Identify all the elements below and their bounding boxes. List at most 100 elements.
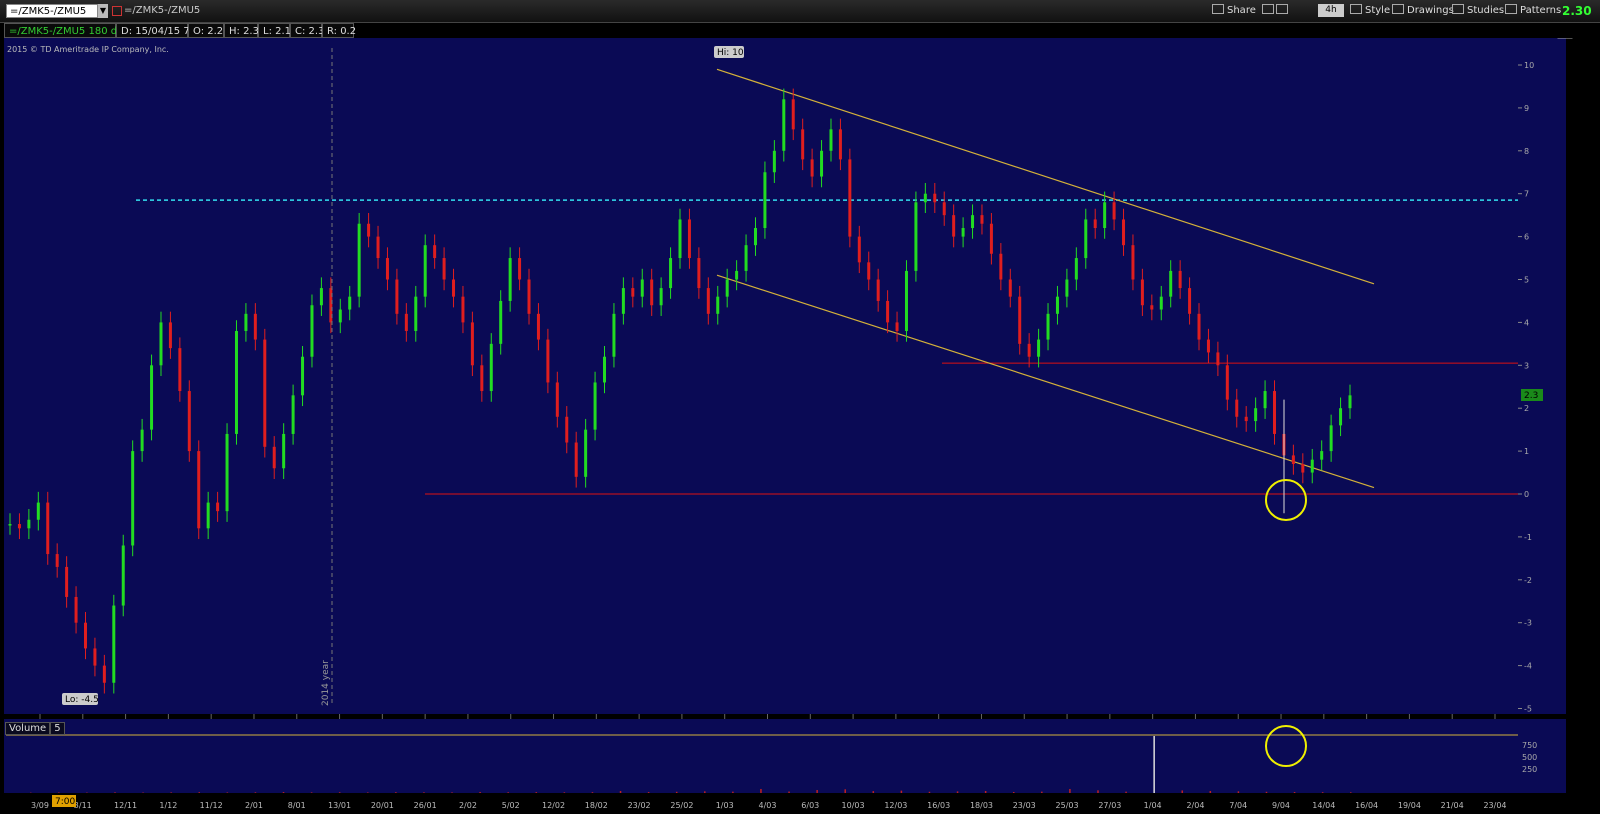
candle-body [131, 451, 135, 546]
volume-bar [535, 792, 538, 793]
candle-body [1244, 416, 1248, 422]
price-tag-text: 2.3 [1524, 391, 1538, 401]
candle-body [74, 596, 78, 623]
info-close: C: 2.3 [290, 23, 324, 38]
volume-bar [1237, 791, 1240, 793]
volume-bar [338, 792, 341, 793]
crosshair-time-tag: 7:00 [52, 795, 76, 807]
candle-body [574, 442, 578, 477]
y-tick-label: 8 [1524, 147, 1529, 156]
candle-body [112, 605, 116, 683]
volume-bar [1097, 790, 1099, 793]
candle-body [565, 416, 569, 443]
candle-body [603, 356, 607, 383]
drawings-button[interactable]: Drawings [1392, 3, 1454, 19]
y-tick-label: 10 [1524, 61, 1534, 70]
volume-bar [1321, 792, 1324, 793]
volume-bar [872, 791, 875, 793]
info-high: H: 2.3 [224, 23, 259, 38]
volume-bar [1069, 788, 1071, 793]
volume-bar [956, 791, 959, 793]
hi-label-text: Hi: 10 [717, 48, 744, 58]
candle-body [687, 219, 691, 259]
y-tick-label: 4 [1524, 318, 1529, 327]
x-tick-label: 26/01 [414, 801, 437, 810]
candle-body [357, 223, 361, 297]
candle-body [1310, 459, 1314, 473]
copyright-text: 2015 © TD Ameritrade IP Company, Inc. [7, 45, 169, 54]
volume-bar [198, 792, 201, 793]
link-icon[interactable] [1262, 3, 1277, 19]
volume-bar [619, 790, 622, 793]
candle-body [1216, 352, 1220, 366]
volume-bar [647, 792, 650, 793]
candle-body [1339, 408, 1343, 426]
candle-body [27, 519, 31, 529]
price-chart[interactable]: 2015 © TD Ameritrade IP Company, Inc. 10… [0, 38, 1600, 814]
x-tick-label: 18/03 [970, 801, 993, 810]
x-tick-label: 12/11 [114, 801, 137, 810]
style-button[interactable]: Style [1350, 3, 1390, 19]
x-tick-label: 27/03 [1098, 801, 1121, 810]
candle-body [46, 502, 50, 555]
candle-body [93, 648, 97, 666]
candle-body [65, 566, 69, 597]
timeframe-button[interactable]: 4h [1318, 4, 1344, 17]
price-tag: 2.3 [1521, 389, 1543, 401]
info-range: R: 0.2 [322, 23, 356, 38]
candle-body [895, 322, 899, 331]
candle-body [1301, 463, 1305, 473]
volume-tick-label: 750 [1522, 741, 1537, 750]
candle-body [593, 382, 597, 430]
volume-bar [1041, 791, 1043, 793]
patterns-button[interactable]: Patterns [1505, 3, 1561, 19]
candle-body [55, 554, 59, 567]
y-tick-label: -2 [1524, 576, 1532, 585]
volume-bar [1125, 791, 1127, 793]
x-tick-label: 6/03 [801, 801, 819, 810]
share-button[interactable]: Share [1212, 3, 1256, 19]
volume-bar [732, 791, 734, 793]
volume-bar [1209, 790, 1212, 793]
candle-body [338, 309, 342, 323]
share-icon [1212, 4, 1224, 14]
candle-body [1225, 365, 1229, 400]
studies-button[interactable]: Studies [1452, 3, 1504, 19]
x-tick-label: 7/04 [1229, 801, 1247, 810]
candle-body [952, 215, 956, 237]
candle-body [282, 433, 286, 469]
candle-body [1112, 202, 1116, 220]
y-tick-label: -4 [1524, 662, 1532, 671]
candle-body [442, 258, 446, 280]
volume-bar [675, 791, 678, 793]
candle-body [1093, 219, 1097, 229]
symbol-dropdown-icon[interactable]: ▼ [98, 4, 108, 18]
candle-body [961, 228, 965, 237]
candle-body [1206, 339, 1210, 353]
wrench-icon[interactable] [1276, 3, 1291, 19]
candle-body [310, 305, 314, 357]
volume-bar [170, 792, 172, 793]
candle-body [83, 622, 87, 649]
candle-body [867, 262, 871, 280]
x-tick-label: 12/03 [884, 801, 907, 810]
volume-bar [1181, 790, 1183, 793]
candle-body [1046, 313, 1050, 340]
lo-label-text: Lo: -4.5 [65, 695, 99, 705]
candle-body [1273, 391, 1277, 434]
patterns-label: Patterns [1520, 5, 1562, 16]
candle-body [1150, 305, 1154, 310]
candle-body [886, 300, 890, 323]
symbol-input[interactable]: =/ZMK5-/ZMU5 [6, 4, 98, 18]
candle-body [1027, 343, 1031, 357]
candle-body [1140, 279, 1144, 306]
symbol-label: =/ZMK5-/ZMU5 [124, 5, 201, 16]
candle-body [527, 279, 531, 314]
volume-bar [367, 792, 369, 793]
candle-body [820, 150, 824, 177]
y-tick-label: 3 [1524, 361, 1529, 370]
volume-bar [1350, 792, 1352, 793]
candle-body [650, 279, 654, 306]
candle-body [1263, 391, 1267, 409]
candle-body [272, 446, 276, 469]
